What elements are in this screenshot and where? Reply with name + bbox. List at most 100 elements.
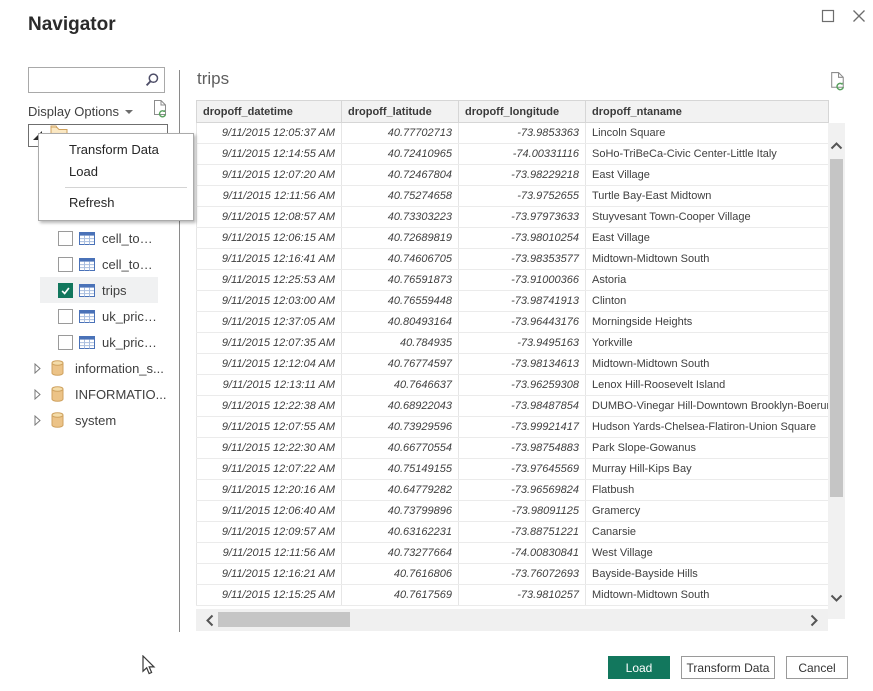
- cell-dropoff-ntaname: Clinton: [586, 291, 829, 312]
- cell-dropoff-ntaname: SoHo-TriBeCa-Civic Center-Little Italy: [586, 144, 829, 165]
- search-icon[interactable]: [144, 72, 160, 88]
- maximize-icon[interactable]: [820, 8, 836, 24]
- table-icon: [79, 284, 95, 297]
- cell-dropoff-latitude: 40.76559448: [342, 291, 459, 312]
- tree-item-table[interactable]: trips: [40, 277, 158, 303]
- cell-dropoff-datetime: 9/11/2015 12:05:37 AM: [197, 123, 342, 144]
- cell-dropoff-datetime: 9/11/2015 12:07:22 AM: [197, 459, 342, 480]
- cell-dropoff-datetime: 9/11/2015 12:12:04 AM: [197, 354, 342, 375]
- tree-item-table[interactable]: cell_towe...: [40, 225, 158, 251]
- chevron-expand-icon[interactable]: [34, 363, 41, 374]
- cell-dropoff-ntaname: Stuyvesant Town-Cooper Village: [586, 207, 829, 228]
- cell-dropoff-longitude: -73.9853363: [459, 123, 586, 144]
- cell-dropoff-longitude: -73.98229218: [459, 165, 586, 186]
- cell-dropoff-latitude: 40.73277664: [342, 543, 459, 564]
- menu-item-load[interactable]: Load: [39, 161, 193, 183]
- mouse-cursor: [141, 655, 156, 681]
- cell-dropoff-longitude: -73.98487854: [459, 396, 586, 417]
- cell-dropoff-datetime: 9/11/2015 12:37:05 AM: [197, 312, 342, 333]
- cell-dropoff-latitude: 40.75149155: [342, 459, 459, 480]
- column-header-dropoff-latitude[interactable]: dropoff_latitude: [342, 101, 459, 123]
- tree-item-database[interactable]: system: [28, 407, 170, 433]
- horizontal-scrollbar[interactable]: [196, 609, 828, 631]
- vertical-scrollbar-thumb[interactable]: [830, 159, 843, 497]
- menu-item-transform-data[interactable]: Transform Data: [39, 139, 193, 161]
- cell-dropoff-ntaname: DUMBO-Vinegar Hill-Downtown Brooklyn-Boe…: [586, 396, 829, 417]
- column-header-dropoff-ntaname[interactable]: dropoff_ntaname: [586, 101, 829, 123]
- tree-item-table[interactable]: uk_price_...: [40, 329, 158, 355]
- transform-data-button[interactable]: Transform Data: [681, 656, 775, 679]
- cell-dropoff-datetime: 9/11/2015 12:09:57 AM: [197, 522, 342, 543]
- refresh-source-icon[interactable]: [153, 99, 168, 124]
- menu-item-refresh[interactable]: Refresh: [39, 192, 193, 214]
- cell-dropoff-ntaname: Astoria: [586, 270, 829, 291]
- load-button[interactable]: Load: [608, 656, 670, 679]
- search-input[interactable]: [29, 71, 144, 89]
- chevron-expand-icon[interactable]: [34, 389, 41, 400]
- search-box[interactable]: [28, 67, 165, 93]
- cell-dropoff-latitude: 40.76774597: [342, 354, 459, 375]
- cell-dropoff-longitude: -74.00331116: [459, 144, 586, 165]
- vertical-scrollbar[interactable]: [828, 123, 845, 619]
- tree-item-database[interactable]: information_s...: [28, 355, 170, 381]
- table-icon: [79, 310, 95, 323]
- close-icon[interactable]: [851, 8, 867, 24]
- cancel-button[interactable]: Cancel: [786, 656, 848, 679]
- cell-dropoff-ntaname: Lincoln Square: [586, 123, 829, 144]
- checkbox[interactable]: [58, 283, 73, 298]
- preview-table-body: 9/11/2015 12:05:37 AM 40.77702713 -73.98…: [197, 123, 829, 606]
- cell-dropoff-ntaname: Bayside-Bayside Hills: [586, 564, 829, 585]
- scroll-left-icon[interactable]: [206, 614, 214, 632]
- cell-dropoff-latitude: 40.80493164: [342, 312, 459, 333]
- scroll-right-icon[interactable]: [810, 614, 818, 632]
- table-row: 9/11/2015 12:09:57 AM 40.63162231 -73.88…: [197, 522, 829, 543]
- cell-dropoff-datetime: 9/11/2015 12:11:56 AM: [197, 543, 342, 564]
- display-options-row: Display Options: [28, 100, 168, 122]
- database-icon: [51, 386, 64, 402]
- checkbox[interactable]: [58, 231, 73, 246]
- cell-dropoff-longitude: -73.91000366: [459, 270, 586, 291]
- column-header-dropoff-datetime[interactable]: dropoff_datetime: [197, 101, 342, 123]
- cell-dropoff-datetime: 9/11/2015 12:25:53 AM: [197, 270, 342, 291]
- cell-dropoff-datetime: 9/11/2015 12:07:20 AM: [197, 165, 342, 186]
- cell-dropoff-datetime: 9/11/2015 12:22:38 AM: [197, 396, 342, 417]
- column-header-dropoff-longitude[interactable]: dropoff_longitude: [459, 101, 586, 123]
- scroll-up-icon[interactable]: [830, 137, 843, 155]
- cell-dropoff-datetime: 9/11/2015 12:16:41 AM: [197, 249, 342, 270]
- checkbox[interactable]: [58, 335, 73, 350]
- display-options-dropdown[interactable]: Display Options: [28, 104, 133, 119]
- preview-title: trips: [197, 69, 229, 89]
- menu-separator: [65, 187, 187, 188]
- cell-dropoff-ntaname: East Village: [586, 165, 829, 186]
- cell-dropoff-datetime: 9/11/2015 12:22:30 AM: [197, 438, 342, 459]
- tree-item-database[interactable]: INFORMATIO...: [28, 381, 170, 407]
- preview-table: dropoff_datetime dropoff_latitude dropof…: [196, 100, 829, 606]
- cell-dropoff-ntaname: West Village: [586, 543, 829, 564]
- cell-dropoff-longitude: -73.9810257: [459, 585, 586, 606]
- cell-dropoff-latitude: 40.73929596: [342, 417, 459, 438]
- cell-dropoff-latitude: 40.73303223: [342, 207, 459, 228]
- tree-item-table[interactable]: uk_price_...: [40, 303, 158, 329]
- cell-dropoff-ntaname: Midtown-Midtown South: [586, 249, 829, 270]
- tree-item-table[interactable]: cell_towe...: [40, 251, 158, 277]
- navigator-tree: cell_towe... cell_towe... cell_towe...: [28, 199, 170, 433]
- table-row: 9/11/2015 12:15:25 AM 40.7617569 -73.981…: [197, 585, 829, 606]
- tree-item-label: trips: [102, 283, 127, 298]
- checkbox[interactable]: [58, 257, 73, 272]
- table-row: 9/11/2015 12:08:57 AM 40.73303223 -73.97…: [197, 207, 829, 228]
- table-row: 9/11/2015 12:16:21 AM 40.7616806 -73.760…: [197, 564, 829, 585]
- cell-dropoff-longitude: -73.98741913: [459, 291, 586, 312]
- cell-dropoff-longitude: -73.97973633: [459, 207, 586, 228]
- table-icon: [79, 232, 95, 245]
- tree-item-label: INFORMATIO...: [75, 387, 166, 402]
- cell-dropoff-longitude: -73.97645569: [459, 459, 586, 480]
- scroll-down-icon[interactable]: [830, 589, 843, 607]
- cell-dropoff-ntaname: Murray Hill-Kips Bay: [586, 459, 829, 480]
- cell-dropoff-longitude: -73.88751221: [459, 522, 586, 543]
- horizontal-scrollbar-thumb[interactable]: [218, 612, 350, 627]
- chevron-expand-icon[interactable]: [34, 415, 41, 426]
- checkbox[interactable]: [58, 309, 73, 324]
- cell-dropoff-datetime: 9/11/2015 12:06:40 AM: [197, 501, 342, 522]
- cell-dropoff-datetime: 9/11/2015 12:11:56 AM: [197, 186, 342, 207]
- refresh-preview-icon[interactable]: [830, 71, 846, 97]
